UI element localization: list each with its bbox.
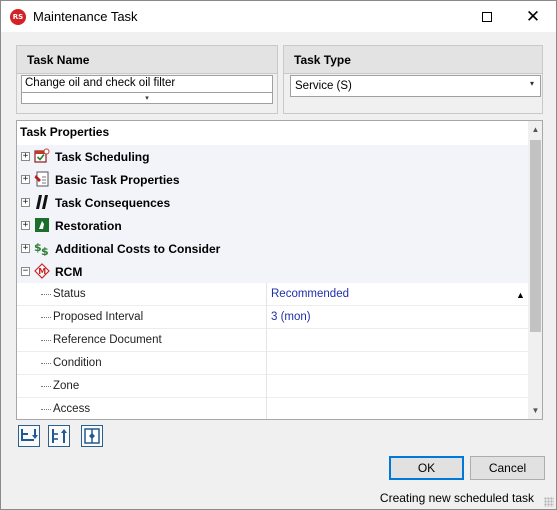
scrollbar-thumb[interactable] — [530, 140, 541, 332]
collapse-all-icon — [52, 429, 67, 443]
category-row-basic-task-properties[interactable]: + Basic Task Properties — [17, 168, 528, 191]
category-row-rcm[interactable]: − M RCM — [17, 260, 528, 283]
app-logo-icon: RS — [10, 9, 26, 25]
category-label: Restoration — [55, 219, 122, 233]
property-row-reference-document[interactable]: Reference Document — [17, 329, 528, 352]
scroll-up-icon[interactable]: ▲ — [528, 121, 542, 138]
task-properties-grid: Task Properties + Task Scheduling + Basi… — [16, 120, 543, 420]
task-type-value: Service (S) — [295, 80, 352, 92]
category-row-task-scheduling[interactable]: + Task Scheduling — [17, 145, 528, 168]
task-type-header: Task Type — [284, 46, 542, 74]
rcm-m-icon: M — [34, 263, 50, 279]
svg-text:M: M — [38, 267, 46, 276]
property-row-access[interactable]: Access — [17, 398, 528, 419]
description-panel-icon — [84, 428, 100, 444]
task-name-header: Task Name — [17, 46, 277, 74]
expand-icon[interactable]: + — [21, 175, 30, 184]
category-label: Basic Task Properties — [55, 173, 180, 187]
calendar-check-icon — [34, 148, 50, 164]
chevron-down-icon: ▾ — [145, 95, 149, 102]
expand-icon[interactable]: + — [21, 152, 30, 161]
restoration-icon — [34, 217, 50, 233]
close-icon: ✕ — [525, 6, 541, 27]
close-button[interactable]: ✕ — [510, 1, 556, 32]
task-name-input[interactable]: Change oil and check oil filter — [21, 75, 273, 93]
title-bar: RS Maintenance Task ✕ — [1, 1, 556, 32]
maximize-icon — [482, 11, 492, 22]
description-toggle-button[interactable] — [81, 425, 103, 447]
window-title: Maintenance Task — [33, 9, 138, 24]
svg-text:$: $ — [41, 245, 49, 256]
expand-icon[interactable]: + — [21, 198, 30, 207]
ok-button[interactable]: OK — [389, 456, 464, 480]
scroll-down-icon[interactable]: ▼ — [528, 402, 542, 419]
property-label: Zone — [53, 380, 80, 392]
property-label: Proposed Interval — [53, 311, 144, 323]
property-row-status[interactable]: Status Recommended ▲ — [17, 283, 528, 306]
category-row-additional-costs[interactable]: + $ $ Additional Costs to Consider — [17, 237, 528, 260]
property-row-zone[interactable]: Zone — [17, 375, 528, 398]
property-label: Status — [53, 288, 86, 300]
resize-grip-icon[interactable] — [544, 497, 554, 507]
property-label: Access — [53, 403, 91, 415]
status-text: Creating new scheduled task — [379, 491, 534, 505]
lightning-bolt-icon — [34, 194, 50, 210]
collapse-icon[interactable]: − — [21, 267, 30, 276]
expand-all-button[interactable] — [18, 425, 40, 447]
wrench-document-icon — [34, 171, 50, 187]
expand-icon[interactable]: + — [21, 244, 30, 253]
chevron-down-icon: ▾ — [529, 79, 534, 88]
category-label: Task Scheduling — [55, 150, 150, 164]
property-value[interactable]: 3 (mon) — [271, 311, 311, 323]
category-label: RCM — [55, 265, 83, 279]
task-type-panel: Task Type Service (S) ▾ — [283, 45, 543, 114]
property-label: Condition — [53, 357, 102, 369]
dollar-costs-icon: $ $ — [34, 240, 50, 256]
collapse-all-button[interactable] — [48, 425, 70, 447]
task-type-select[interactable]: Service (S) ▾ — [290, 75, 541, 97]
task-name-dropdown-button[interactable]: ▾ — [21, 92, 273, 104]
vertical-scrollbar[interactable]: ▲ ▼ — [528, 121, 542, 419]
task-properties-header: Task Properties — [17, 121, 528, 143]
property-value[interactable]: Recommended — [271, 288, 349, 300]
expand-all-icon — [21, 429, 38, 441]
category-row-task-consequences[interactable]: + Task Consequences — [17, 191, 528, 214]
category-label: Task Consequences — [55, 196, 171, 210]
task-name-panel: Task Name Change oil and check oil filte… — [16, 45, 278, 114]
property-label: Reference Document — [53, 334, 162, 346]
property-row-condition[interactable]: Condition — [17, 352, 528, 375]
category-row-restoration[interactable]: + Restoration — [17, 214, 528, 237]
triangle-up-icon[interactable]: ▲ — [516, 290, 525, 300]
expand-icon[interactable]: + — [21, 221, 30, 230]
cancel-button[interactable]: Cancel — [470, 456, 545, 480]
category-label: Additional Costs to Consider — [55, 242, 221, 256]
maintenance-task-dialog: RS Maintenance Task ✕ Task Name Change o… — [0, 0, 557, 510]
maximize-button[interactable] — [464, 1, 510, 32]
property-row-proposed-interval[interactable]: Proposed Interval 3 (mon) — [17, 306, 528, 329]
